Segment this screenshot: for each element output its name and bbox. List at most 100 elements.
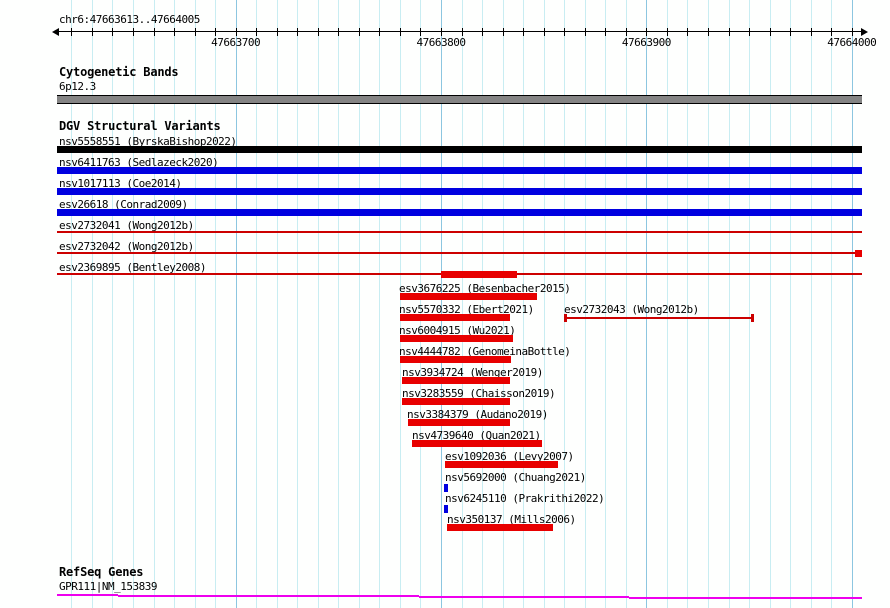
genome-browser-panel: chr6:47663613..47664005 47663700 47663800… (0, 0, 890, 608)
variant-bar[interactable] (408, 419, 510, 426)
minor-gridline (729, 0, 730, 608)
ruler-tick (790, 28, 791, 36)
ruler-tick (174, 28, 175, 36)
ruler-tick (503, 28, 504, 36)
minor-gridline (359, 0, 360, 608)
ruler-tick (297, 28, 298, 36)
ruler-tick (687, 28, 688, 36)
ruler-tick (605, 28, 606, 36)
minor-gridline (749, 0, 750, 608)
minor-gridline (811, 0, 812, 608)
ruler-tick (379, 28, 380, 36)
variant-point-marker[interactable] (444, 484, 448, 492)
ruler-tick (852, 28, 853, 36)
ruler-tick (831, 28, 832, 36)
minor-gridline (277, 0, 278, 608)
minor-gridline (790, 0, 791, 608)
minor-gridline (708, 0, 709, 608)
variant-line[interactable] (57, 231, 862, 233)
minor-gridline (256, 0, 257, 608)
variant-line-left-cap[interactable] (564, 314, 567, 322)
ruler-tick (420, 28, 421, 36)
gene-line-segment[interactable] (57, 594, 118, 596)
ruler-tick-label: 47664000 (820, 36, 884, 49)
refseq-gene-label[interactable]: GPR111|NM_153839 (59, 580, 157, 593)
ruler-tick (564, 28, 565, 36)
dgv-header: DGV Structural Variants (59, 120, 221, 133)
ruler-tick (585, 28, 586, 36)
ruler-tick (71, 28, 72, 36)
ruler-tick (770, 28, 771, 36)
ruler-tick (523, 28, 524, 36)
minor-gridline (215, 0, 216, 608)
variant-label[interactable]: nsv6245110 (Prakrithi2022) (445, 492, 604, 505)
variant-bar[interactable] (447, 524, 553, 531)
cytoband-bar[interactable] (57, 95, 862, 104)
variant-line-right-cap[interactable] (751, 314, 754, 322)
variant-bar[interactable] (412, 440, 542, 447)
minor-gridline (379, 0, 380, 608)
variant-bar[interactable] (57, 188, 862, 195)
gene-line-segment[interactable] (629, 597, 862, 599)
ruler-tick-label: 47663800 (409, 36, 473, 49)
ruler-tick (236, 28, 237, 36)
ruler-right-arrow-icon[interactable] (861, 28, 868, 36)
minor-gridline (318, 0, 319, 608)
variant-bar[interactable] (400, 293, 537, 300)
variant-label[interactable]: esv2732043 (Wong2012b) (564, 303, 699, 316)
gene-line-segment[interactable] (419, 596, 629, 598)
ruler-tick (318, 28, 319, 36)
variant-bar[interactable] (57, 209, 862, 216)
ruler-left-arrow-icon[interactable] (52, 28, 59, 36)
ruler-tick (646, 28, 647, 36)
gene-line-segment[interactable] (118, 595, 419, 597)
ruler-tick (133, 28, 134, 36)
ruler-tick (729, 28, 730, 36)
ruler-tick (462, 28, 463, 36)
ruler-tick (277, 28, 278, 36)
major-gridline (852, 0, 853, 608)
ruler-tick (400, 28, 401, 36)
variant-bar[interactable] (402, 398, 510, 405)
variant-line[interactable] (564, 317, 753, 319)
ruler-tick-label: 47663700 (204, 36, 268, 49)
variant-bar[interactable] (400, 335, 513, 342)
variant-bar[interactable] (400, 314, 510, 321)
minor-gridline (174, 0, 175, 608)
ruler-tick (338, 28, 339, 36)
ruler-tick (154, 28, 155, 36)
ruler-tick (441, 28, 442, 36)
ruler-title: chr6:47663613..47664005 (59, 13, 200, 26)
ruler-tick (749, 28, 750, 36)
minor-gridline (195, 0, 196, 608)
cytoband-label: 6p12.3 (59, 80, 96, 93)
major-gridline (236, 0, 237, 608)
ruler-tick (667, 28, 668, 36)
ruler-tick (544, 28, 545, 36)
minor-gridline (831, 0, 832, 608)
ruler-tick (482, 28, 483, 36)
variant-point-marker[interactable] (444, 505, 448, 513)
variant-thick-segment[interactable] (441, 271, 517, 278)
ruler-tick (359, 28, 360, 36)
variant-bar[interactable] (400, 356, 511, 363)
variant-bar[interactable] (445, 461, 558, 468)
ruler-tick (215, 28, 216, 36)
variant-bar[interactable] (57, 167, 862, 174)
variant-bar[interactable] (402, 377, 510, 384)
variant-label[interactable]: nsv5692000 (Chuang2021) (445, 471, 586, 484)
ruler-tick (112, 28, 113, 36)
ruler-tick (92, 28, 93, 36)
cytobands-header: Cytogenetic Bands (59, 66, 178, 79)
variant-line[interactable] (57, 252, 856, 254)
minor-gridline (338, 0, 339, 608)
ruler-tick-label: 47663900 (614, 36, 678, 49)
variant-bar[interactable] (57, 146, 862, 153)
minor-gridline (112, 0, 113, 608)
minor-gridline (297, 0, 298, 608)
ruler-tick (195, 28, 196, 36)
ruler-tick (626, 28, 627, 36)
variant-thick-segment[interactable] (855, 250, 862, 257)
ruler-tick (811, 28, 812, 36)
ruler-axis-line (57, 31, 862, 32)
